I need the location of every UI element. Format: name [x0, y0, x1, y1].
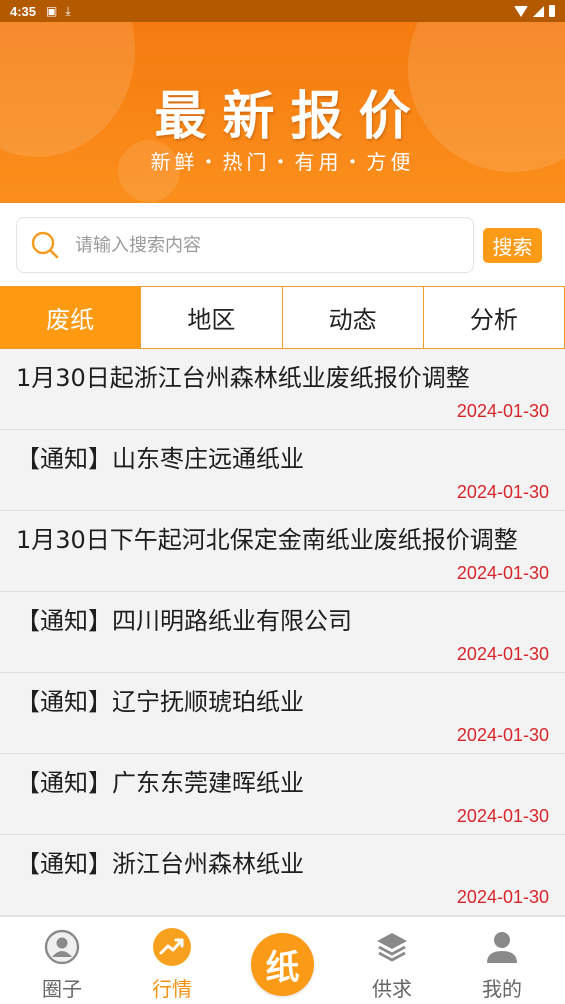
news-title: 1月30日下午起河北保定金南纸业废纸报价调整	[16, 526, 518, 554]
photo-icon: ▣	[46, 4, 58, 18]
list-item[interactable]: 【通知】浙江台州森林纸业 2024-01-30	[0, 835, 565, 916]
banner: 最新报价 新鲜・热门・有用・方便	[0, 22, 565, 203]
news-date: 2024-01-30	[456, 563, 549, 583]
search-button[interactable]: 搜索	[483, 228, 542, 263]
list-item[interactable]: 【通知】山东枣庄远通纸业 2024-01-30	[0, 430, 565, 511]
status-right	[514, 5, 555, 17]
tab-analysis[interactable]: 分析	[424, 287, 565, 348]
news-title: 【通知】四川明路纸业有限公司	[16, 607, 352, 635]
news-title: 【通知】浙江台州森林纸业	[16, 850, 304, 878]
status-time: 4:35	[10, 3, 37, 19]
news-title: 【通知】山东枣庄远通纸业	[16, 445, 304, 473]
tab-news[interactable]: 动态	[283, 287, 424, 348]
layers-icon	[377, 933, 407, 962]
news-title: 1月30日起浙江台州森林纸业废纸报价调整	[16, 364, 470, 392]
signal-icon	[533, 5, 544, 17]
news-list: 1月30日起浙江台州森林纸业废纸报价调整 2024-01-30 【通知】山东枣庄…	[0, 349, 565, 916]
circle-user-icon	[44, 929, 80, 965]
profile-icon	[487, 932, 517, 963]
tab-waste-paper[interactable]: 废纸	[0, 287, 142, 348]
news-date: 2024-01-30	[456, 806, 549, 826]
nav-label: 圈子	[42, 977, 82, 1001]
list-item[interactable]: 【通知】广东东莞建晖纸业 2024-01-30	[0, 754, 565, 835]
nav-item-market[interactable]: 行情	[117, 917, 227, 1004]
nav-label: 行情	[152, 977, 192, 1001]
bottom-nav: 圈子 行情 纸 供求 我的	[0, 916, 565, 1004]
list-item[interactable]: 【通知】辽宁抚顺琥珀纸业 2024-01-30	[0, 673, 565, 754]
tab-region[interactable]: 地区	[141, 287, 283, 348]
news-date: 2024-01-30	[456, 482, 549, 502]
list-item[interactable]: 1月30日起浙江台州森林纸业废纸报价调整 2024-01-30	[0, 349, 565, 430]
battery-icon	[549, 5, 555, 17]
trend-icon	[153, 928, 191, 966]
list-item[interactable]: 1月30日下午起河北保定金南纸业废纸报价调整 2024-01-30	[0, 511, 565, 592]
search-area: 搜索	[0, 203, 565, 286]
nav-label: 我的	[482, 977, 522, 1001]
banner-title: 最新报价	[154, 87, 427, 147]
search-box[interactable]	[16, 217, 474, 273]
banner-subtitle: 新鲜・热门・有用・方便	[150, 150, 415, 174]
news-date: 2024-01-30	[456, 644, 549, 664]
search-input[interactable]	[75, 218, 465, 272]
nav-item-circle[interactable]: 圈子	[7, 917, 117, 1004]
news-date: 2024-01-30	[456, 725, 549, 745]
nav-label: 供求	[372, 977, 412, 1001]
news-title: 【通知】广东东莞建晖纸业	[16, 769, 304, 797]
news-date: 2024-01-30	[456, 887, 549, 907]
status-bar: 4:35 ▣ ⤓	[0, 0, 565, 22]
news-date: 2024-01-30	[456, 401, 549, 421]
nav-item-profile[interactable]: 我的	[447, 917, 557, 1004]
category-tabs: 废纸 地区 动态 分析	[0, 286, 565, 349]
wifi-icon	[514, 5, 528, 17]
news-title: 【通知】辽宁抚顺琥珀纸业	[16, 688, 304, 716]
search-icon	[31, 231, 59, 259]
nav-item-supply[interactable]: 供求	[337, 917, 447, 1004]
download-icon: ⤓	[65, 3, 71, 18]
paper-center-button[interactable]: 纸	[251, 933, 314, 996]
list-item[interactable]: 【通知】四川明路纸业有限公司 2024-01-30	[0, 592, 565, 673]
